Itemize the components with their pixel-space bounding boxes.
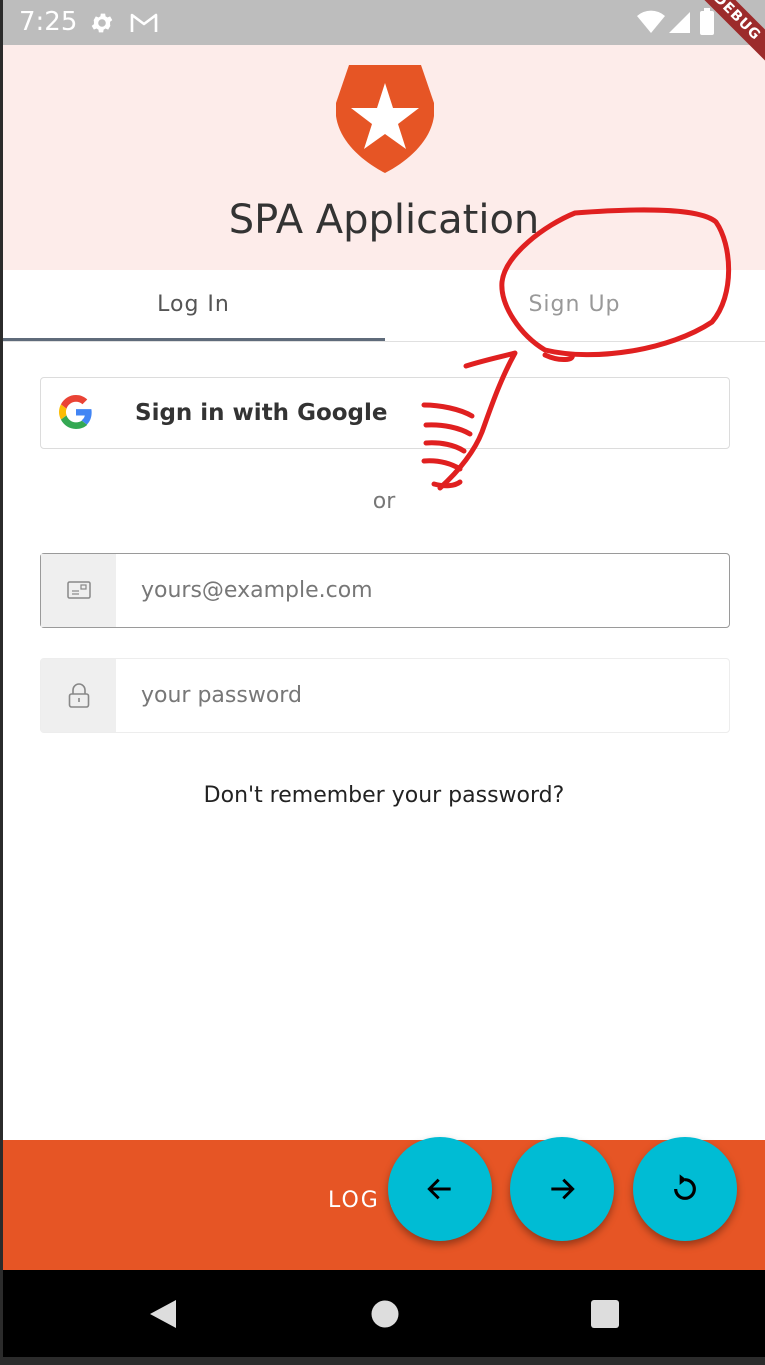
back-fab[interactable] [388, 1137, 492, 1241]
lock-icon [68, 683, 90, 708]
system-nav-bar [3, 1270, 765, 1357]
arrow-back-icon [427, 1178, 451, 1200]
app-title: SPA Application [228, 197, 540, 243]
home-circle-icon[interactable] [370, 1299, 400, 1329]
app-screen: SPA Application Log In Sign Up Sign in w… [3, 45, 765, 1270]
wifi-icon [637, 10, 665, 33]
password-field [40, 658, 730, 733]
recents-square-icon[interactable] [591, 1300, 619, 1328]
forward-fab[interactable] [510, 1137, 614, 1241]
auth0-logo [336, 65, 434, 173]
gmail-icon [130, 13, 158, 32]
forgot-password-link[interactable]: Don't remember your password? [3, 783, 765, 808]
google-icon [59, 395, 92, 429]
status-time: 7:25 [19, 7, 78, 37]
tab-signup[interactable]: Sign Up [384, 270, 765, 340]
or-divider: or [372, 489, 396, 514]
status-bar: 7:25 [3, 0, 765, 45]
google-signin-button[interactable]: Sign in with Google [40, 377, 730, 449]
gear-icon [91, 13, 113, 33]
email-field [40, 553, 730, 628]
battery-icon [700, 8, 714, 35]
refresh-icon [674, 1174, 696, 1200]
tab-bar: Log In Sign Up [3, 270, 765, 342]
back-triangle-icon[interactable] [148, 1299, 178, 1329]
tab-login[interactable]: Log In [3, 270, 384, 340]
tab-indicator [3, 338, 385, 341]
header: SPA Application [3, 45, 765, 270]
google-signin-label: Sign in with Google [135, 400, 388, 426]
password-input[interactable] [141, 659, 711, 732]
email-icon-box [41, 554, 116, 627]
signal-icon [669, 12, 690, 33]
email-icon [67, 581, 91, 599]
email-input[interactable] [141, 554, 711, 627]
lock-icon-box [41, 659, 116, 732]
arrow-forward-icon [551, 1178, 575, 1200]
refresh-fab[interactable] [633, 1137, 737, 1241]
